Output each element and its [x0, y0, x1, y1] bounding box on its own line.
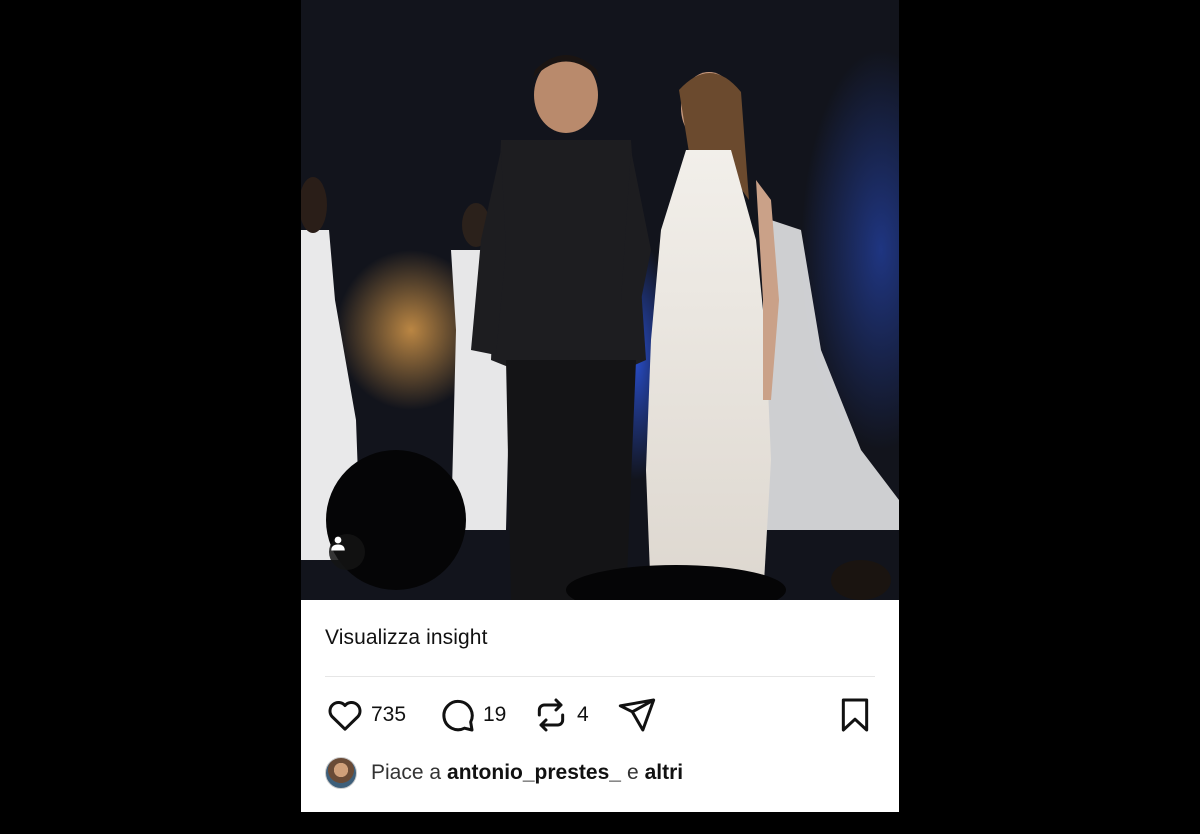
view-insights-link[interactable]: Visualizza insight [325, 626, 488, 650]
liked-by-prefix: Piace a [371, 761, 442, 784]
share-button[interactable] [617, 694, 657, 736]
heart-icon [328, 701, 362, 731]
user-tag-icon [331, 536, 345, 551]
liked-by-others-link[interactable]: altri [645, 761, 684, 785]
action-bar: 735 19 4 [325, 694, 875, 736]
repost-icon [537, 698, 565, 732]
comment-count: 19 [483, 703, 507, 726]
save-button[interactable] [835, 694, 875, 736]
avatar[interactable] [325, 757, 357, 789]
comment-button[interactable]: 19 [437, 694, 506, 736]
comment-icon [442, 699, 474, 732]
bookmark-icon [841, 698, 869, 732]
tag-people-button[interactable] [329, 534, 365, 570]
like-count: 735 [371, 703, 407, 726]
divider [325, 676, 875, 677]
liked-by-user-link[interactable]: antonio_prestes_ [447, 761, 621, 785]
like-button[interactable]: 735 [325, 694, 406, 736]
liked-by-connector: e [626, 761, 639, 784]
post-card: Visualizza insight 735 19 4 Piace a anto… [301, 0, 899, 812]
repost-count: 4 [577, 703, 589, 726]
liked-by-row: Piace a antonio_prestes_ e altri [325, 756, 689, 790]
send-icon [618, 698, 656, 732]
repost-button[interactable]: 4 [531, 694, 589, 736]
runway-scene [301, 0, 899, 600]
post-photo[interactable] [301, 0, 899, 600]
